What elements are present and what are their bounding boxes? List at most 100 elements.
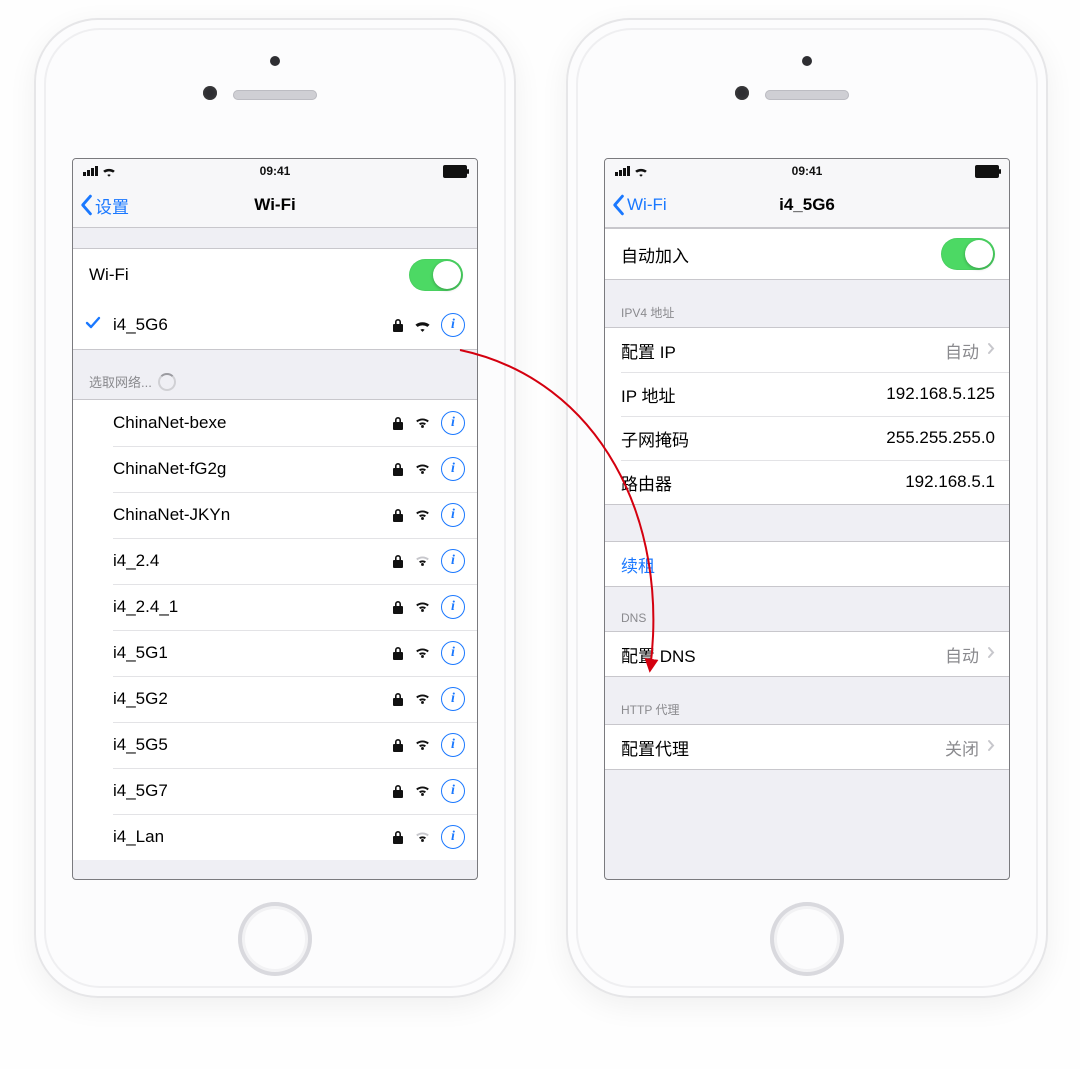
subnet-mask-row: 子网掩码 255.255.255.0: [605, 416, 1009, 460]
network-name: i4_Lan: [113, 827, 392, 847]
subnet-mask-value: 255.255.255.0: [886, 428, 995, 448]
chevron-right-icon: [987, 340, 995, 360]
earpiece: [765, 90, 849, 100]
configure-dns-value: 自动: [945, 642, 979, 667]
spinner-icon: [158, 373, 176, 391]
network-name: i4_2.4_1: [113, 597, 392, 617]
info-icon[interactable]: i: [441, 779, 465, 803]
network-row[interactable]: ChinaNet-bexe i: [73, 400, 477, 446]
network-row[interactable]: i4_5G5 i: [73, 722, 477, 768]
dns-header: DNS: [605, 587, 1009, 631]
status-bar: 09:41: [73, 159, 477, 183]
status-time: 09:41: [73, 164, 477, 178]
ipv4-header: IPV4 地址: [605, 280, 1009, 327]
wifi-toggle-label: Wi-Fi: [89, 265, 409, 285]
auto-join-row[interactable]: 自动加入: [605, 229, 1009, 279]
phone-frame-left: 09:41 设置 Wi-Fi Wi-Fi i4_5G6: [34, 18, 516, 998]
phone-frame-right: 09:41 Wi-Fi i4_5G6 自动加入 IPV4 地址 配置 IP 自动: [566, 18, 1048, 998]
configure-proxy-value: 关闭: [945, 735, 979, 760]
lock-icon: [392, 554, 404, 568]
choose-network-header: 选取网络...: [73, 350, 477, 399]
network-row[interactable]: i4_2.4_1 i: [73, 584, 477, 630]
lock-icon: [392, 830, 404, 844]
network-name: ChinaNet-JKYn: [113, 505, 392, 525]
configure-dns-row[interactable]: 配置 DNS 自动: [605, 632, 1009, 676]
battery-icon: [443, 165, 467, 178]
wifi-icon: [414, 827, 431, 847]
configure-ip-row[interactable]: 配置 IP 自动: [605, 328, 1009, 372]
router-row: 路由器 192.168.5.1: [605, 460, 1009, 504]
wifi-icon: [414, 551, 431, 571]
configure-proxy-row[interactable]: 配置代理 关闭: [605, 725, 1009, 769]
wifi-toggle[interactable]: [409, 259, 463, 291]
info-icon[interactable]: i: [441, 549, 465, 573]
sensor-dot: [203, 86, 217, 100]
camera-dot: [802, 56, 812, 66]
status-time: 09:41: [605, 164, 1009, 178]
page-title: Wi-Fi: [73, 195, 477, 215]
lock-icon: [392, 318, 404, 332]
wifi-icon: [414, 459, 431, 479]
wifi-icon: [414, 505, 431, 525]
lock-icon: [392, 646, 404, 660]
auto-join-toggle[interactable]: [941, 238, 995, 270]
connected-network-name: i4_5G6: [113, 315, 392, 335]
network-row[interactable]: ChinaNet-fG2g i: [73, 446, 477, 492]
lock-icon: [392, 738, 404, 752]
info-icon[interactable]: i: [441, 641, 465, 665]
router-value: 192.168.5.1: [905, 472, 995, 492]
network-row[interactable]: ChinaNet-JKYn i: [73, 492, 477, 538]
network-row[interactable]: i4_5G2 i: [73, 676, 477, 722]
info-icon[interactable]: i: [441, 457, 465, 481]
network-name: i4_2.4: [113, 551, 392, 571]
lock-icon: [392, 462, 404, 476]
chevron-right-icon: [987, 737, 995, 757]
home-button[interactable]: [238, 902, 312, 976]
network-name: i4_5G7: [113, 781, 392, 801]
lock-icon: [392, 508, 404, 522]
wifi-icon: [414, 319, 431, 332]
lock-icon: [392, 416, 404, 430]
info-icon[interactable]: i: [441, 595, 465, 619]
nav-bar: Wi-Fi i4_5G6: [605, 183, 1009, 228]
network-name: ChinaNet-fG2g: [113, 459, 392, 479]
info-icon[interactable]: i: [441, 733, 465, 757]
info-icon[interactable]: i: [441, 411, 465, 435]
camera-dot: [270, 56, 280, 66]
connected-network-row[interactable]: i4_5G6 i: [73, 301, 477, 349]
network-row[interactable]: i4_2.4 i: [73, 538, 477, 584]
home-button[interactable]: [770, 902, 844, 976]
info-icon[interactable]: i: [441, 825, 465, 849]
network-row[interactable]: i4_Lan i: [73, 814, 477, 860]
network-row[interactable]: i4_5G7 i: [73, 768, 477, 814]
network-name: i4_5G1: [113, 643, 392, 663]
info-icon[interactable]: i: [441, 313, 465, 337]
configure-ip-value: 自动: [945, 338, 979, 363]
network-name: i4_5G2: [113, 689, 392, 709]
screen-wifi-list: 09:41 设置 Wi-Fi Wi-Fi i4_5G6: [72, 158, 478, 880]
nav-bar: 设置 Wi-Fi: [73, 183, 477, 228]
ip-address-value: 192.168.5.125: [886, 384, 995, 404]
wifi-icon: [414, 597, 431, 617]
wifi-toggle-row[interactable]: Wi-Fi: [73, 249, 477, 301]
network-name: i4_5G5: [113, 735, 392, 755]
chevron-right-icon: [987, 644, 995, 664]
networks-list: ChinaNet-bexeiChinaNet-fG2giChinaNet-JKY…: [73, 399, 477, 860]
network-row[interactable]: i4_5G1 i: [73, 630, 477, 676]
renew-lease-button[interactable]: 续租: [605, 542, 1009, 586]
screen-wifi-detail: 09:41 Wi-Fi i4_5G6 自动加入 IPV4 地址 配置 IP 自动: [604, 158, 1010, 880]
network-name: ChinaNet-bexe: [113, 413, 392, 433]
battery-icon: [975, 165, 999, 178]
lock-icon: [392, 600, 404, 614]
sensor-dot: [735, 86, 749, 100]
checkmark-icon: [85, 315, 101, 335]
earpiece: [233, 90, 317, 100]
info-icon[interactable]: i: [441, 687, 465, 711]
wifi-icon: [414, 781, 431, 801]
lock-icon: [392, 784, 404, 798]
wifi-icon: [414, 735, 431, 755]
wifi-icon: [414, 413, 431, 433]
ip-address-row: IP 地址 192.168.5.125: [605, 372, 1009, 416]
info-icon[interactable]: i: [441, 503, 465, 527]
lock-icon: [392, 692, 404, 706]
